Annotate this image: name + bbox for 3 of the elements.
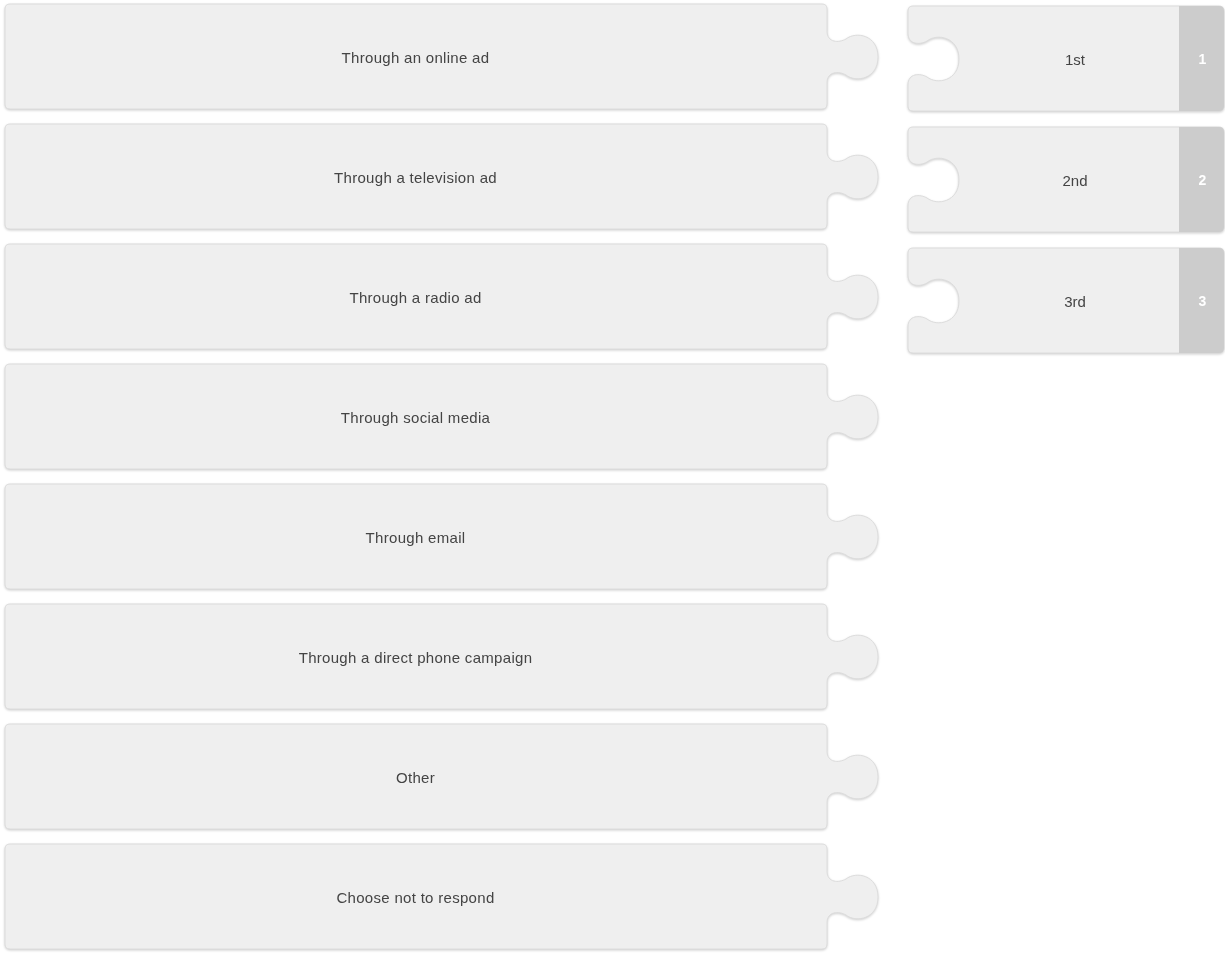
rank-label: 2nd	[1062, 171, 1088, 189]
rank-label: 3rd	[1063, 292, 1087, 310]
rank-label: 1st	[1064, 50, 1086, 68]
